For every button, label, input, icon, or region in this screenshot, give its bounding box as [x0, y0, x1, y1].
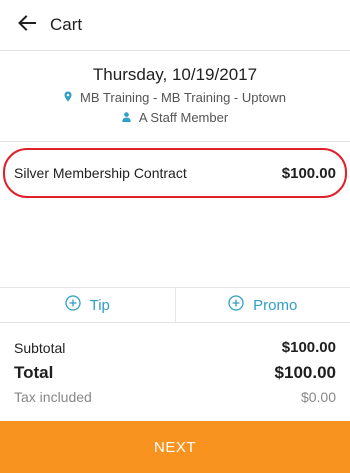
plus-circle-icon — [64, 295, 90, 315]
total-label: Total — [14, 363, 54, 382]
item-name: Silver Membership Contract — [14, 165, 187, 181]
subtotal-value: $100.00 — [281, 339, 336, 356]
promo-button[interactable]: Promo — [174, 288, 350, 322]
arrow-left-icon — [18, 14, 36, 36]
tax-value: $0.00 — [300, 389, 336, 405]
subtotal-label: Subtotal — [14, 339, 66, 356]
total-value: $100.00 — [274, 363, 336, 382]
staff-text: A Staff Member — [138, 110, 229, 125]
cart-screen: Cart Thursday, 10/19/2017 MB Training - … — [0, 0, 350, 473]
total-row: Total $100.00 — [14, 363, 336, 383]
back-button[interactable] — [0, 0, 50, 50]
location-text: MB Training - MB Training - Uptown — [80, 90, 286, 105]
top-bar: Cart — [0, 0, 350, 50]
subtotal-row: Subtotal $100.00 — [14, 339, 336, 356]
next-button[interactable]: NEXT — [0, 421, 350, 473]
appointment-location: MB Training - MB Training - Uptown — [0, 90, 350, 105]
promo-label: Promo — [253, 296, 298, 314]
tip-button[interactable]: Tip — [0, 288, 175, 322]
tax-row: Tax included $0.00 — [14, 389, 336, 405]
page-title: Cart — [50, 15, 83, 34]
person-icon — [122, 110, 139, 125]
tip-label: Tip — [89, 296, 110, 314]
appointment-staff: A Staff Member — [0, 110, 350, 125]
plus-circle-icon — [228, 295, 253, 315]
map-pin-icon — [64, 90, 80, 105]
totals-section: Subtotal $100.00 Total $100.00 Tax inclu… — [0, 323, 350, 421]
cart-actions: Tip Promo — [0, 287, 350, 323]
tax-label: Tax included — [14, 389, 92, 405]
cart-item-row[interactable]: Silver Membership Contract $100.00 — [0, 141, 350, 204]
item-price: $100.00 — [281, 164, 336, 182]
appointment-info: Thursday, 10/19/2017 MB Training - MB Tr… — [0, 50, 350, 141]
next-label: NEXT — [153, 438, 196, 456]
appointment-date: Thursday, 10/19/2017 — [92, 65, 258, 84]
